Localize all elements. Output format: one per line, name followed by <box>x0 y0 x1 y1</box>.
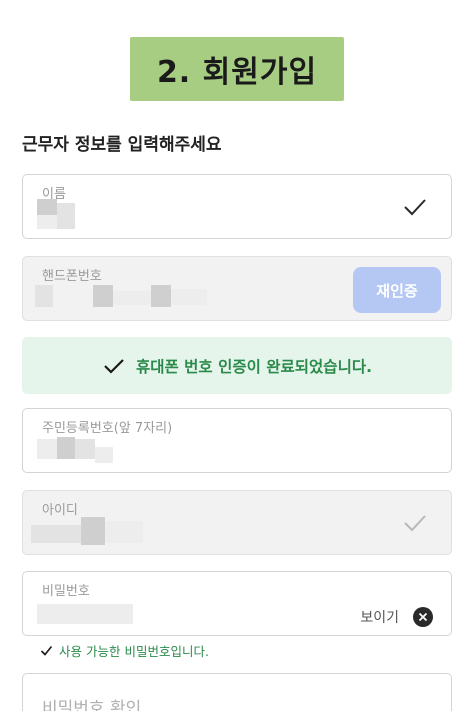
masked-userid <box>105 521 143 543</box>
userid-label: 아이디 <box>42 503 78 518</box>
verification-notice: 휴대폰 번호 인증이 완료되었습니다. <box>22 337 452 394</box>
masked-name <box>37 199 57 215</box>
masked-userid <box>31 525 81 543</box>
masked-name <box>57 203 75 229</box>
masked-rrn <box>37 439 57 459</box>
masked-rrn <box>75 439 95 459</box>
title-banner: 2. 회원가입 <box>130 37 344 101</box>
password-confirm-placeholder: 비밀번호 확인 <box>42 699 142 711</box>
notice-text: 휴대폰 번호 인증이 완료되었습니다. <box>136 357 372 376</box>
password-hint-text: 사용 가능한 비밀번호입니다. <box>59 644 209 659</box>
phone-field[interactable]: 핸드폰번호 재인증 <box>22 256 452 321</box>
password-field[interactable]: 비밀번호 보이기 <box>22 571 452 636</box>
show-password-toggle[interactable]: 보이기 <box>360 607 399 627</box>
rrn-field[interactable]: 주민등록번호(앞 7자리) <box>22 408 452 473</box>
masked-phone <box>35 285 53 307</box>
password-valid-hint: 사용 가능한 비밀번호입니다. <box>40 641 209 660</box>
check-icon <box>404 515 426 532</box>
masked-password <box>37 604 133 624</box>
masked-userid <box>81 517 105 545</box>
close-icon <box>418 612 428 622</box>
rrn-label: 주민등록번호(앞 7자리) <box>42 421 173 436</box>
banner-text: 2. 회원가입 <box>156 55 318 90</box>
masked-rrn <box>95 447 113 463</box>
clear-input-button[interactable] <box>413 607 433 627</box>
check-icon <box>104 358 124 374</box>
masked-phone <box>93 285 113 307</box>
page-heading: 근무자 정보를 입력해주세요 <box>22 135 222 155</box>
userid-field[interactable]: 아이디 <box>22 490 452 555</box>
name-field[interactable]: 이름 <box>22 174 452 239</box>
masked-phone <box>171 289 207 305</box>
check-icon <box>40 645 53 656</box>
password-confirm-field[interactable]: 비밀번호 확인 <box>22 673 452 711</box>
phone-label: 핸드폰번호 <box>42 269 102 284</box>
masked-name <box>37 215 57 229</box>
masked-rrn <box>57 437 75 459</box>
masked-phone <box>113 291 153 305</box>
masked-phone <box>151 285 171 307</box>
check-icon <box>404 199 426 216</box>
reauth-button[interactable]: 재인증 <box>353 267 441 313</box>
password-label: 비밀번호 <box>42 584 90 599</box>
